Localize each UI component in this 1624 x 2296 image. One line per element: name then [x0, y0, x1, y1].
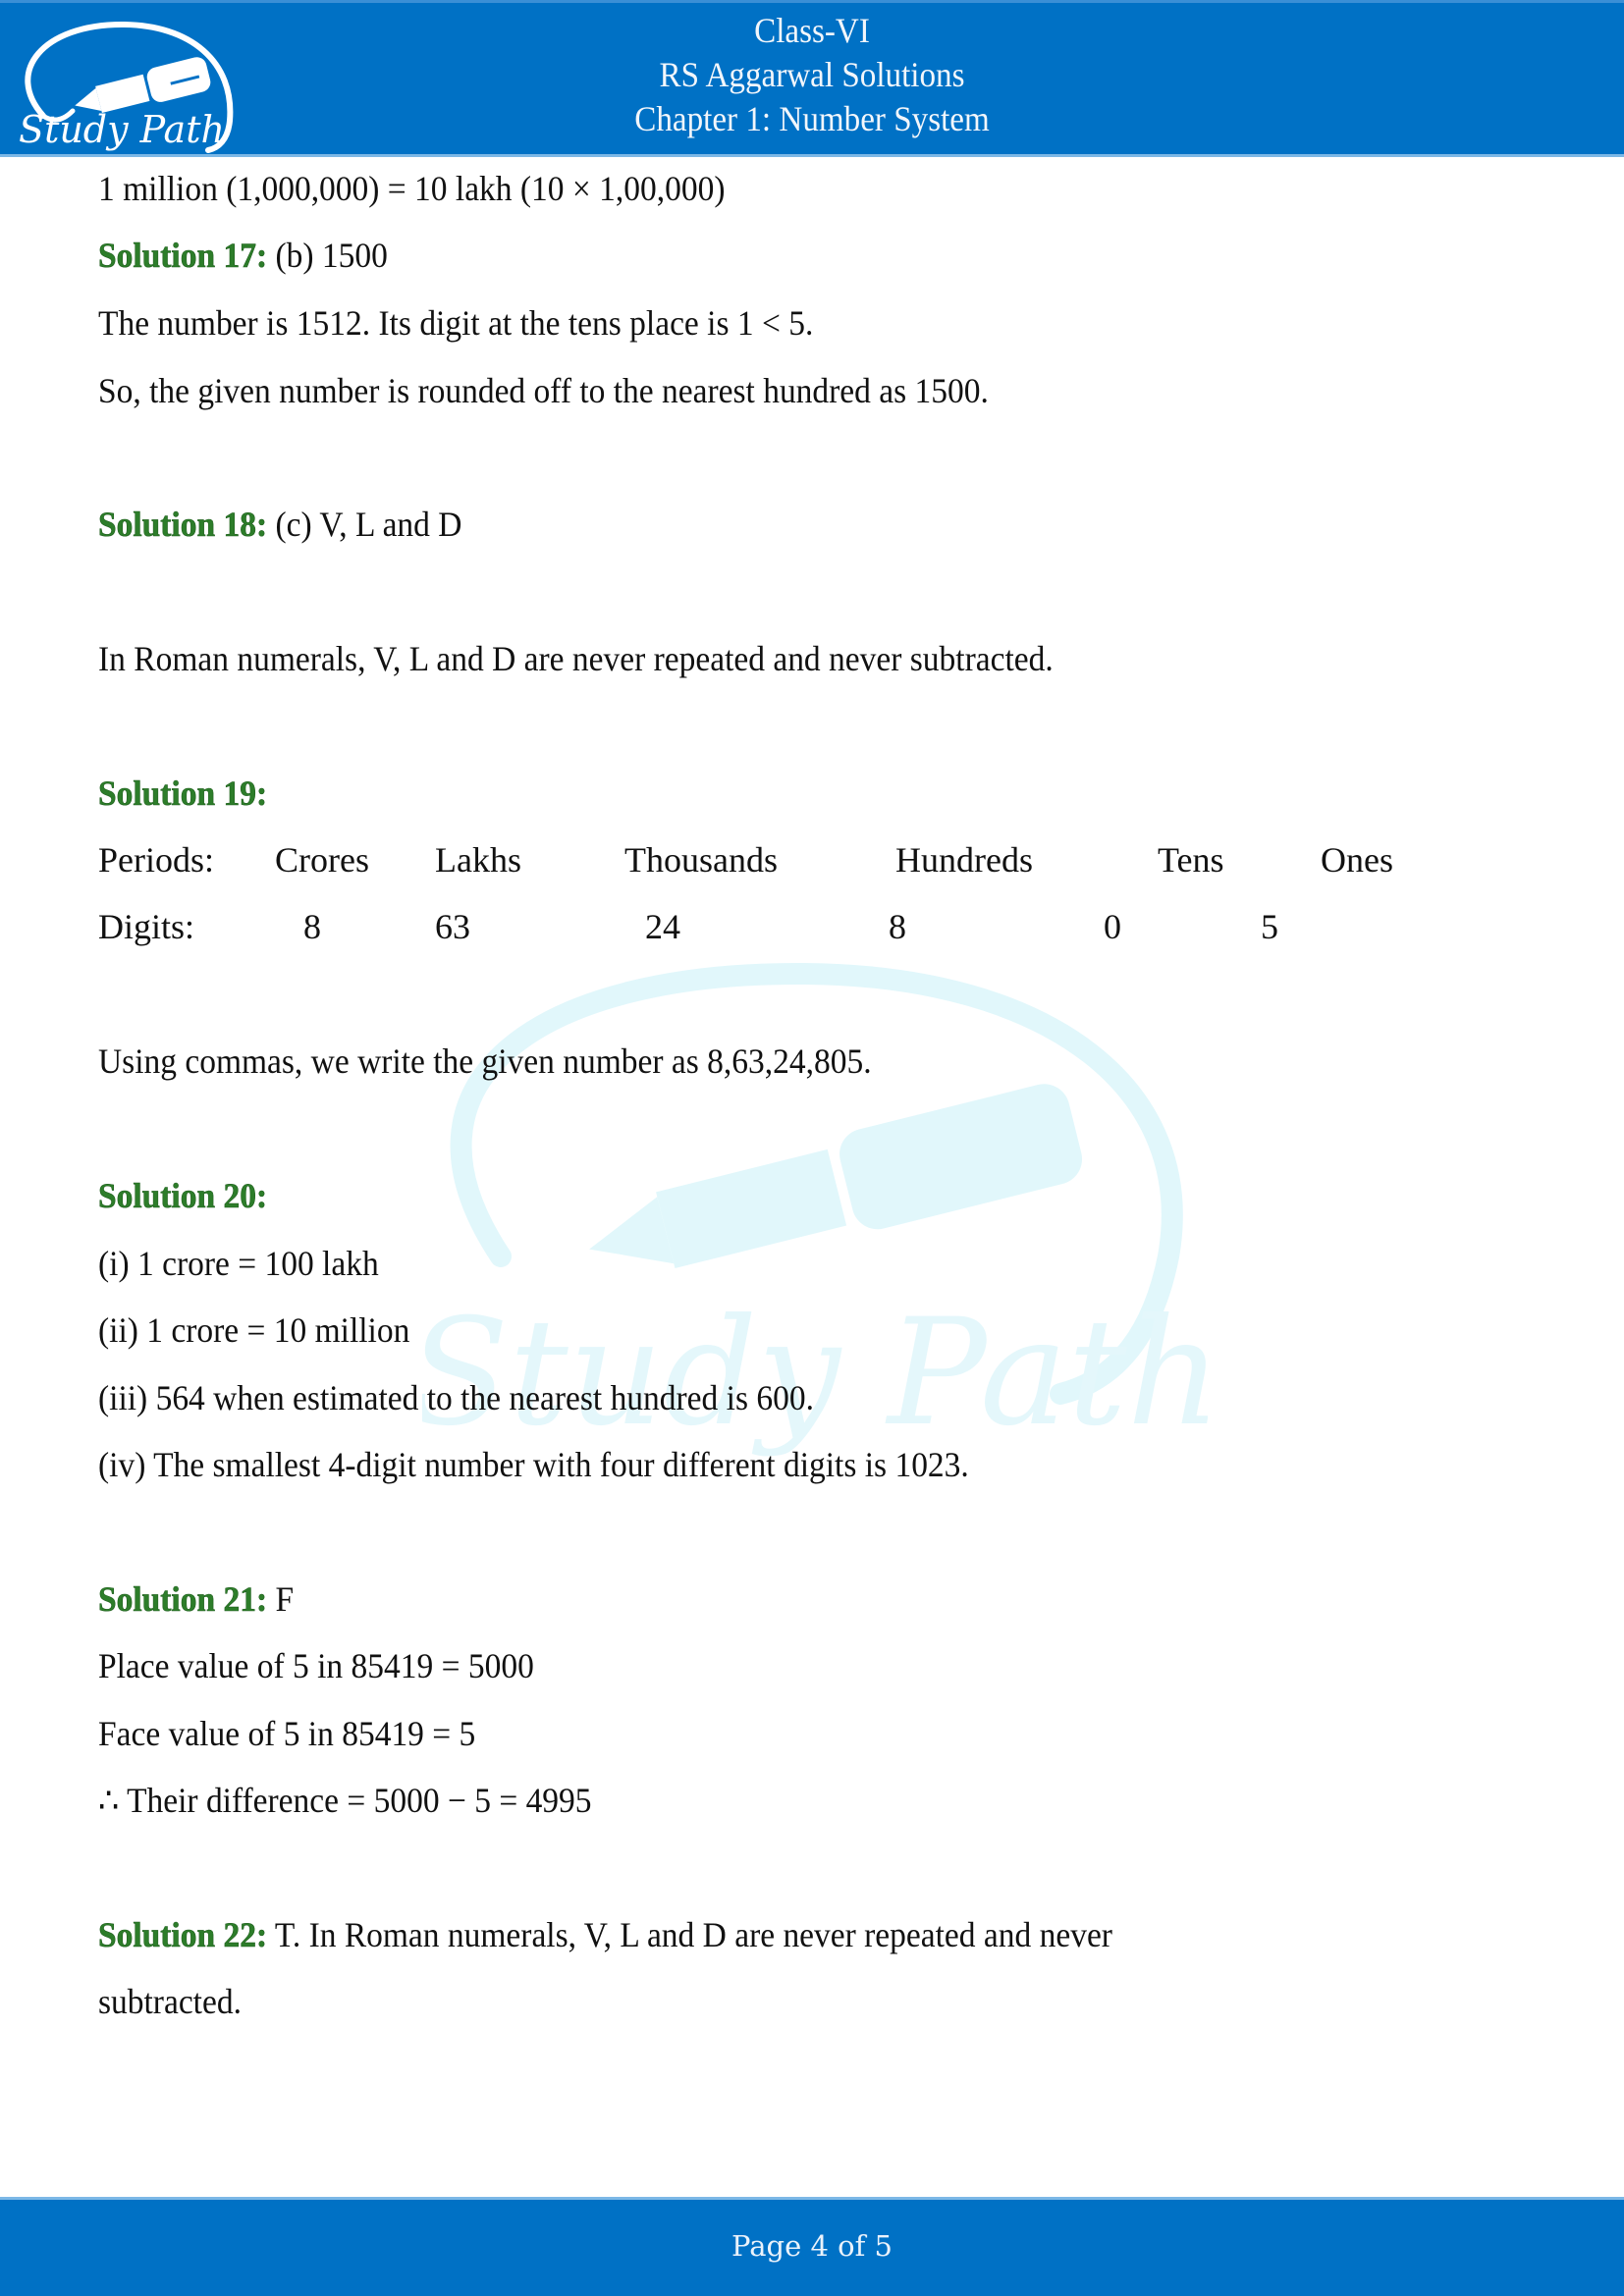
digit-cell: 24 [645, 907, 680, 946]
solution-19-line: Using commas, we write the given number … [98, 1041, 872, 1081]
solution-22-heading: Solution 22: T. In Roman numerals, V, L … [98, 1913, 1112, 1956]
periods-row: Periods: Crores Lakhs Thousands Hundreds… [98, 838, 1473, 881]
solution-answer: F [267, 1579, 295, 1619]
digit-cell: 5 [1261, 907, 1278, 946]
digit-cell: 63 [435, 907, 470, 946]
solution-label: Solution 17: [98, 236, 268, 276]
solution-label: Solution 18: [98, 505, 268, 545]
solution-answer: (b) 1500 [267, 236, 388, 275]
solution-label: Solution 20: [98, 1176, 268, 1216]
intro-line: 1 million (1,000,000) = 10 lakh (10 × 1,… [98, 169, 726, 208]
solution-17-line: So, the given number is rounded off to t… [98, 371, 989, 410]
header-chapter: Chapter 1: Number System [634, 99, 990, 138]
solution-18-line: In Roman numerals, V, L and D are never … [98, 639, 1054, 678]
page-footer: Page 4 of 5 [0, 2197, 1624, 2296]
solution-20-line: (i) 1 crore = 100 lakh [98, 1244, 379, 1283]
solution-17-heading: Solution 17: (b) 1500 [98, 234, 388, 277]
period-cell: Lakhs [435, 840, 521, 880]
solution-label: Solution 21: [98, 1579, 268, 1620]
svg-text:Study Path: Study Path [422, 1288, 1208, 1459]
period-cell: Ones [1321, 840, 1393, 880]
digits-label: Digits: [98, 907, 195, 946]
header-book: RS Aggarwal Solutions [659, 55, 965, 94]
digit-cell: 8 [303, 907, 321, 946]
period-cell: Crores [275, 840, 369, 880]
header-titles: Class-VI RS Aggarwal Solutions Chapter 1… [0, 9, 1624, 141]
solution-21-line: Place value of 5 in 85419 = 5000 [98, 1646, 534, 1685]
solution-22-line: subtracted. [98, 1982, 242, 2021]
solution-21-line: Face value of 5 in 85419 = 5 [98, 1714, 476, 1753]
period-cell: Hundreds [895, 840, 1033, 880]
digit-cell: 0 [1104, 907, 1121, 946]
digit-cell: 8 [889, 907, 906, 946]
periods-label: Periods: [98, 840, 215, 880]
solution-21-line: ∴ Their difference = 5000 − 5 = 4995 [98, 1781, 592, 1820]
page-number: Page 4 of 5 [731, 2229, 893, 2263]
digits-row: Digits: 8 63 24 8 0 5 [98, 905, 1473, 948]
solution-20-heading: Solution 20: [98, 1174, 268, 1217]
period-cell: Tens [1158, 840, 1224, 880]
header-class: Class-VI [754, 11, 870, 50]
solution-17-line: The number is 1512. Its digit at the ten… [98, 303, 814, 343]
period-cell: Thousands [624, 840, 778, 880]
solution-20-line: (ii) 1 crore = 10 million [98, 1310, 410, 1350]
solution-18-heading: Solution 18: (c) V, L and D [98, 503, 462, 546]
solution-label: Solution 22: [98, 1915, 268, 1955]
solution-answer: (c) V, L and D [267, 505, 462, 544]
solution-19-heading: Solution 19: [98, 772, 268, 815]
solution-21-heading: Solution 21: F [98, 1577, 294, 1621]
page-header: Study Path Class-VI RS Aggarwal Solution… [0, 0, 1624, 157]
solution-20-line: (iv) The smallest 4-digit number with fo… [98, 1445, 969, 1484]
solution-label: Solution 19: [98, 774, 268, 814]
solution-20-line: (iii) 564 when estimated to the nearest … [98, 1378, 814, 1417]
solution-answer: T. In Roman numerals, V, L and D are nev… [267, 1915, 1112, 1954]
